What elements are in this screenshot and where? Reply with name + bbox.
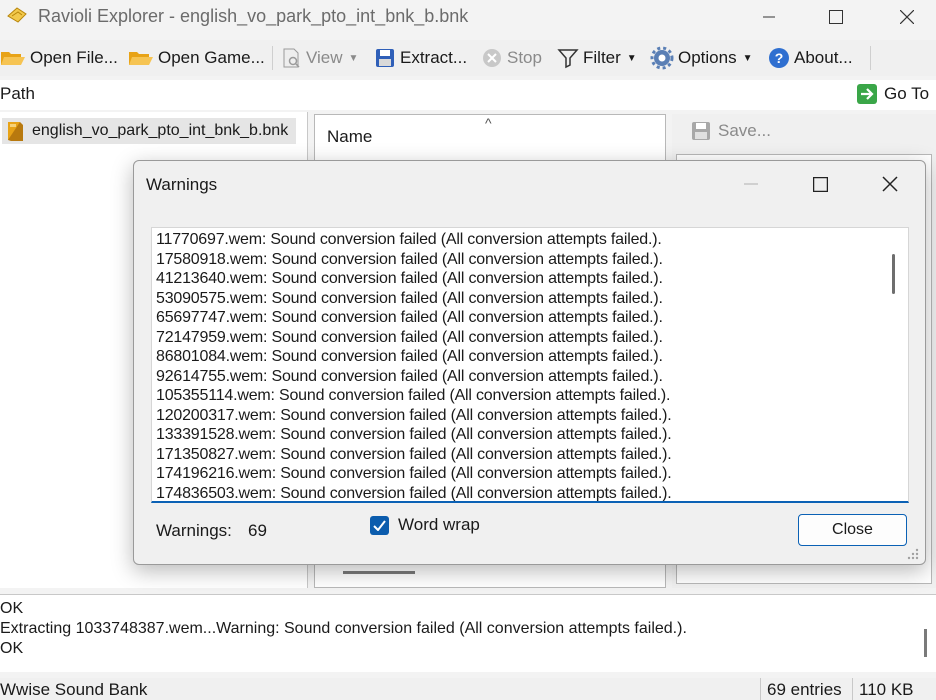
warnings-list: 11770697.wem: Sound conversion failed (A… <box>156 230 876 502</box>
gear-icon <box>650 46 674 70</box>
vertical-scrollbar[interactable] <box>892 254 895 294</box>
open-folder-icon <box>129 52 153 65</box>
maximize-icon <box>812 176 828 192</box>
open-game-label: Open Game... <box>158 48 265 67</box>
status-entry-count: 69 entries <box>760 678 848 700</box>
log-line: OK <box>0 640 24 657</box>
svg-text:?: ? <box>775 50 784 66</box>
warning-line: 65697747.wem: Sound conversion failed (A… <box>156 309 663 326</box>
horizontal-scrollbar[interactable] <box>343 571 415 574</box>
options-button[interactable]: Options ▼ <box>650 44 753 72</box>
tree-item-label: english_vo_park_pto_int_bnk_b.bnk <box>32 122 289 139</box>
log-output: OK Extracting 1033748387.wem...Warning: … <box>0 594 936 672</box>
warning-line: 133391528.wem: Sound conversion failed (… <box>156 426 672 443</box>
about-label: About... <box>794 48 853 67</box>
open-file-button[interactable]: Open File... <box>0 44 118 72</box>
window-title: Ravioli Explorer - english_vo_park_pto_i… <box>38 6 469 26</box>
dialog-maximize-button[interactable] <box>797 165 843 203</box>
log-line: Extracting 1033748387.wem...Warning: Sou… <box>0 620 687 637</box>
warning-line: 11770697.wem: Sound conversion failed (A… <box>156 231 662 248</box>
minimize-icon <box>744 183 758 185</box>
word-wrap-checkbox[interactable]: Word wrap <box>370 515 480 535</box>
open-file-label: Open File... <box>30 48 118 67</box>
stop-button[interactable]: Stop <box>481 44 542 72</box>
status-file-size: 110 KB <box>852 678 920 700</box>
log-line: OK <box>0 600 24 617</box>
toolbar-divider <box>870 46 871 70</box>
warning-line: 86801084.wem: Sound conversion failed (A… <box>156 348 663 365</box>
warnings-textbox[interactable]: 11770697.wem: Sound conversion failed (A… <box>151 227 909 503</box>
maximize-icon <box>829 10 843 24</box>
toolbar: Open File... Open Game... View ▼ Extract… <box>0 40 936 76</box>
path-bar: Path Go To <box>0 80 936 110</box>
status-bar: Wwise Sound Bank 69 entries 110 KB <box>0 678 936 700</box>
close-button[interactable]: Close <box>798 514 907 546</box>
column-header-name[interactable]: Name <box>327 127 372 147</box>
extract-button[interactable]: Extract... <box>374 44 467 72</box>
warning-line: 92614755.wem: Sound conversion failed (A… <box>156 367 663 385</box>
minimize-button[interactable] <box>746 0 792 34</box>
go-to-button[interactable]: Go To <box>856 83 929 105</box>
filter-label: Filter <box>583 48 621 67</box>
view-label: View <box>306 48 343 67</box>
dialog-close-x-button[interactable] <box>867 165 913 203</box>
warnings-count-value: 69 <box>248 521 267 540</box>
filter-button[interactable]: Filter ▼ <box>557 44 637 72</box>
warning-line: 72147959.wem: Sound conversion failed (A… <box>156 328 663 346</box>
chevron-down-icon: ▼ <box>626 52 637 64</box>
status-file-type: Wwise Sound Bank <box>0 680 148 699</box>
close-icon <box>882 176 898 192</box>
warning-line: 53090575.wem: Sound conversion failed (A… <box>156 289 663 307</box>
log-scrollbar[interactable] <box>924 629 927 657</box>
warning-line: 120200317.wem: Sound conversion failed (… <box>156 406 672 424</box>
save-label: Save... <box>718 121 771 140</box>
extract-label: Extract... <box>400 48 468 67</box>
stop-icon <box>483 49 501 67</box>
warning-line: 171350827.wem: Sound conversion failed (… <box>156 445 672 463</box>
warning-line: 105355114.wem: Sound conversion failed (… <box>156 387 671 404</box>
go-arrow-icon <box>857 84 877 104</box>
warning-line: 174196216.wem: Sound conversion failed (… <box>156 465 672 482</box>
dialog-title: Warnings <box>146 175 218 194</box>
tree-item-bank-file[interactable]: english_vo_park_pto_int_bnk_b.bnk <box>2 118 296 144</box>
options-label: Options <box>678 48 737 67</box>
word-wrap-label: Word wrap <box>398 515 480 534</box>
warnings-count-label: Warnings: <box>156 521 232 540</box>
warning-line: 174836503.wem: Sound conversion failed (… <box>156 484 672 502</box>
save-disk-icon <box>692 122 710 140</box>
save-button[interactable]: Save... <box>690 120 771 142</box>
view-document-icon <box>283 48 300 68</box>
chevron-down-icon: ▼ <box>348 52 359 64</box>
toolbar-divider <box>272 46 273 70</box>
sort-ascending-icon: ^ <box>485 115 492 131</box>
close-icon <box>900 10 914 24</box>
open-game-button[interactable]: Open Game... <box>128 44 265 72</box>
stop-label: Stop <box>507 48 542 67</box>
go-to-label: Go To <box>884 84 930 103</box>
warning-line: 41213640.wem: Sound conversion failed (A… <box>156 270 663 287</box>
warnings-dialog: Warnings 11770697.wem: Sound conversion … <box>133 160 926 565</box>
maximize-button[interactable] <box>813 0 859 34</box>
chevron-down-icon: ▼ <box>742 52 753 64</box>
help-question-icon: ? <box>769 48 789 68</box>
view-button[interactable]: View ▼ <box>280 44 358 72</box>
minimize-icon <box>763 16 775 18</box>
ravioli-app-icon <box>6 6 28 24</box>
warning-line: 17580918.wem: Sound conversion failed (A… <box>156 250 663 268</box>
resize-grip-icon[interactable] <box>904 547 920 561</box>
dialog-minimize-button <box>728 165 774 203</box>
checkbox-checked-icon[interactable] <box>370 515 389 535</box>
close-window-button[interactable] <box>884 0 930 34</box>
filter-funnel-icon <box>557 49 579 69</box>
save-disk-icon <box>376 49 394 67</box>
sound-bank-icon <box>8 122 23 141</box>
path-label: Path <box>0 84 35 103</box>
main-title-bar: Ravioli Explorer - english_vo_park_pto_i… <box>0 0 936 34</box>
open-folder-icon <box>1 52 25 65</box>
about-button[interactable]: ? About... <box>768 44 853 72</box>
